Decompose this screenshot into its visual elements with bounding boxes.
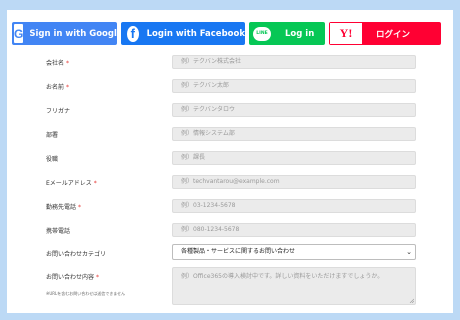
mobile-phone-label: 携帯電話 <box>46 228 71 235</box>
login-form-card: G Sign in with Google f Login with Faceb… <box>7 10 453 313</box>
office-phone-label: 勤務先電話 * <box>46 204 82 211</box>
required-mark: * <box>78 204 82 211</box>
inquiry-placeholder: 例）Office365の導入検討中です。詳しい資料をいただけますでしょうか。 <box>181 273 384 280</box>
department-label: 部署 <box>46 132 59 139</box>
email-input[interactable]: 例）techvantarou@example.com <box>172 175 416 189</box>
google-signin-button[interactable]: G Sign in with Google <box>12 22 123 45</box>
furigana-input[interactable]: 例）テクバンタロウ <box>172 103 416 117</box>
chevron-down-icon: ⌄ <box>406 248 412 256</box>
furigana-label: フリガナ <box>46 108 71 115</box>
position-label: 役職 <box>46 156 59 163</box>
category-select[interactable]: 各種製品・サービスに関するお問い合わせ ⌄ <box>172 244 416 260</box>
inquiry-note: ※URLを含むお問い合わせは送信できません <box>46 291 126 296</box>
office-phone-input[interactable]: 例）03-1234-5678 <box>172 199 416 213</box>
name-label: お名前 * <box>46 84 70 91</box>
resize-handle-icon[interactable] <box>409 298 414 303</box>
mobile-phone-input[interactable]: 例）080-1234-5678 <box>172 223 416 237</box>
line-login-button[interactable]: LINE Log in <box>249 22 325 45</box>
yahoo-login-label: ログイン <box>376 29 411 40</box>
line-login-label: Log in <box>285 28 315 39</box>
facebook-login-button[interactable]: f Login with Facebook <box>121 22 245 45</box>
yahoo-login-button[interactable]: Y! ログイン <box>329 22 441 45</box>
company-input[interactable]: 例）テクバン株式会社 <box>172 55 416 69</box>
google-signin-label: Sign in with Google <box>29 28 123 39</box>
category-label: お問い合わせカテゴリ <box>46 251 107 258</box>
yahoo-japan-icon: Y! <box>330 23 362 44</box>
facebook-login-label: Login with Facebook <box>146 28 245 39</box>
required-mark: * <box>66 60 70 67</box>
google-g-icon: G <box>14 24 24 43</box>
position-input[interactable]: 例）課長 <box>172 151 416 165</box>
inquiry-textarea[interactable]: 例）Office365の導入検討中です。詳しい資料をいただけますでしょうか。 <box>172 267 416 305</box>
line-icon: LINE <box>253 26 271 41</box>
facebook-icon: f <box>127 25 139 42</box>
company-label: 会社名 * <box>46 60 70 67</box>
name-input[interactable]: 例）テクバン太郎 <box>172 79 416 93</box>
category-selected-value: 各種製品・サービスに関するお問い合わせ <box>181 248 296 255</box>
required-mark: * <box>93 180 97 187</box>
required-mark: * <box>96 274 100 281</box>
required-mark: * <box>66 84 70 91</box>
inquiry-label: お問い合わせ内容 * <box>46 274 100 281</box>
email-label: Eメールアドレス * <box>46 180 97 187</box>
department-input[interactable]: 例）情報システム部 <box>172 127 416 141</box>
